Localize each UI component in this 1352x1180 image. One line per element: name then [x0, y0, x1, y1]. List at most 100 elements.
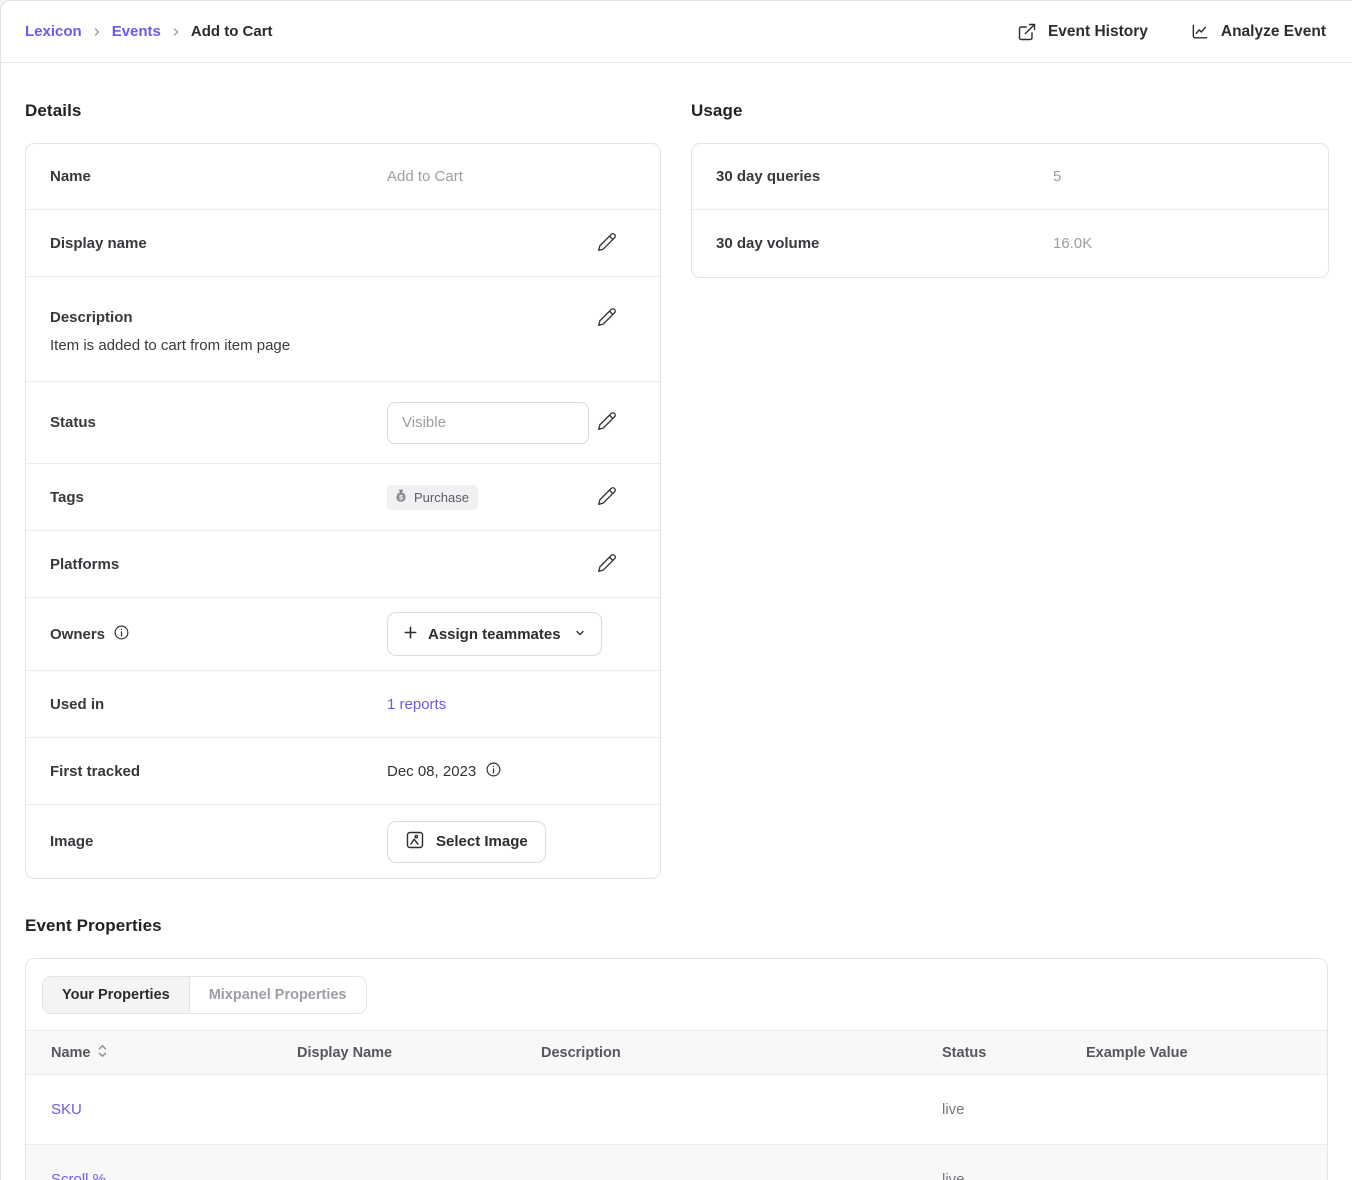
status-label: Status	[50, 414, 387, 431]
tab-your-properties[interactable]: Your Properties	[43, 977, 190, 1013]
event-properties-section: Event Properties Your Properties Mixpane…	[25, 916, 1328, 1180]
platforms-label: Platforms	[50, 556, 387, 573]
topbar: Lexicon Events Add to Cart Event History	[1, 1, 1352, 63]
edit-tags-button[interactable]	[595, 485, 619, 509]
property-row-scroll-pct: Scroll % live	[26, 1145, 1327, 1180]
chevron-down-icon	[574, 626, 586, 643]
property-display-name	[272, 1145, 516, 1180]
pencil-icon	[597, 411, 617, 434]
column-header-status[interactable]: Status	[917, 1031, 1061, 1075]
column-header-display-name[interactable]: Display Name	[272, 1031, 516, 1075]
properties-table: Name Display Name Description Status Exa…	[26, 1030, 1327, 1180]
details-row-platforms: Platforms	[26, 531, 660, 598]
info-icon[interactable]	[485, 761, 502, 782]
topbar-actions: Event History Analyze Event	[1017, 22, 1326, 42]
pencil-icon	[597, 232, 617, 255]
property-display-name	[272, 1075, 516, 1145]
usage-row-queries: 30 day queries 5	[692, 144, 1328, 210]
property-description	[516, 1145, 917, 1180]
details-card: Name Add to Cart Display name	[25, 143, 661, 879]
property-example-value	[1061, 1075, 1327, 1145]
image-label: Image	[50, 833, 387, 850]
owners-label: Owners	[50, 626, 105, 643]
volume-label: 30 day volume	[716, 235, 1053, 252]
property-status: live	[917, 1145, 1061, 1180]
details-row-used-in: Used in 1 reports	[26, 671, 660, 738]
select-image-button[interactable]: Select Image	[387, 821, 546, 863]
breadcrumb-events[interactable]: Events	[112, 23, 161, 40]
event-properties-heading: Event Properties	[25, 916, 1328, 936]
info-icon[interactable]	[113, 624, 130, 645]
analyze-event-button[interactable]: Analyze Event	[1190, 22, 1326, 42]
details-row-tags: Tags $ Purchase	[26, 464, 660, 531]
status-input[interactable]	[387, 402, 589, 444]
details-row-name: Name Add to Cart	[26, 144, 660, 210]
chevron-right-icon	[170, 26, 182, 38]
tab-mixpanel-properties[interactable]: Mixpanel Properties	[190, 977, 366, 1013]
edit-platforms-button[interactable]	[595, 552, 619, 576]
usage-heading: Usage	[691, 101, 1329, 121]
used-in-label: Used in	[50, 696, 387, 713]
external-link-icon	[1017, 22, 1037, 42]
usage-row-volume: 30 day volume 16.0K	[692, 210, 1328, 277]
queries-label: 30 day queries	[716, 168, 1053, 185]
column-header-name[interactable]: Name	[26, 1031, 272, 1075]
property-row-sku: SKU live	[26, 1075, 1327, 1145]
property-description	[516, 1075, 917, 1145]
money-bag-icon: $	[394, 489, 408, 506]
used-in-reports-link[interactable]: 1 reports	[387, 696, 446, 713]
line-chart-icon	[1190, 22, 1210, 42]
properties-tabs: Your Properties Mixpanel Properties	[42, 976, 367, 1014]
usage-section: Usage 30 day queries 5 30 day volume 16.…	[691, 101, 1329, 879]
details-heading: Details	[25, 101, 661, 121]
display-name-label: Display name	[50, 235, 387, 252]
property-link-scroll-pct[interactable]: Scroll %	[51, 1171, 106, 1180]
volume-value: 16.0K	[1053, 235, 1092, 252]
property-status: live	[917, 1075, 1061, 1145]
breadcrumb: Lexicon Events Add to Cart	[25, 23, 273, 40]
details-row-display-name: Display name	[26, 210, 660, 277]
tags-label: Tags	[50, 489, 387, 506]
select-image-label: Select Image	[436, 833, 528, 850]
edit-status-button[interactable]	[595, 411, 619, 435]
event-history-label: Event History	[1048, 23, 1148, 41]
pencil-icon	[597, 486, 617, 509]
sort-icon	[98, 1044, 107, 1062]
assign-teammates-label: Assign teammates	[428, 626, 561, 643]
details-row-image: Image Select Image	[26, 805, 660, 878]
first-tracked-value: Dec 08, 2023	[387, 763, 476, 780]
name-label: Name	[50, 168, 387, 185]
queries-value: 5	[1053, 168, 1061, 185]
edit-display-name-button[interactable]	[595, 231, 619, 255]
breadcrumb-current-event: Add to Cart	[191, 23, 273, 40]
description-value: Item is added to cart from item page	[50, 337, 387, 354]
column-header-example-value[interactable]: Example Value	[1061, 1031, 1327, 1075]
content: Details Name Add to Cart Display name	[1, 63, 1352, 1180]
event-properties-card: Your Properties Mixpanel Properties Name	[25, 958, 1328, 1180]
property-link-sku[interactable]: SKU	[51, 1101, 82, 1118]
usage-card: 30 day queries 5 30 day volume 16.0K	[691, 143, 1329, 278]
description-label: Description	[50, 309, 387, 326]
pencil-icon	[597, 307, 617, 330]
image-icon	[405, 830, 425, 854]
analyze-event-label: Analyze Event	[1221, 23, 1326, 41]
chevron-right-icon	[91, 26, 103, 38]
table-header-row: Name Display Name Description Status Exa…	[26, 1031, 1327, 1075]
breadcrumb-lexicon[interactable]: Lexicon	[25, 23, 82, 40]
tag-purchase[interactable]: $ Purchase	[387, 485, 478, 510]
edit-description-button[interactable]	[595, 306, 619, 330]
event-history-button[interactable]: Event History	[1017, 22, 1148, 42]
details-row-description: Description Item is added to cart from i…	[26, 277, 660, 382]
svg-text:$: $	[399, 494, 403, 501]
column-header-description[interactable]: Description	[516, 1031, 917, 1075]
first-tracked-label: First tracked	[50, 763, 387, 780]
details-row-first-tracked: First tracked Dec 08, 2023	[26, 738, 660, 805]
details-section: Details Name Add to Cart Display name	[25, 101, 661, 879]
details-row-status: Status	[26, 382, 660, 464]
lexicon-event-detail-page: Lexicon Events Add to Cart Event History	[0, 0, 1352, 1180]
tag-label: Purchase	[414, 490, 469, 505]
pencil-icon	[597, 553, 617, 576]
property-example-value	[1061, 1145, 1327, 1180]
details-row-owners: Owners Assign teammates	[26, 598, 660, 671]
assign-teammates-button[interactable]: Assign teammates	[387, 612, 602, 656]
